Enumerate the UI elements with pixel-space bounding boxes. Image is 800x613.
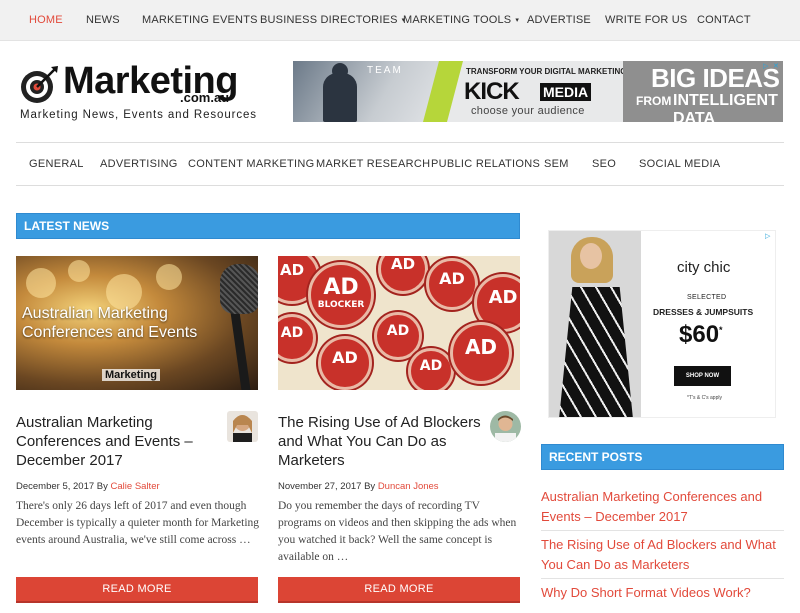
bokeh-light [68, 260, 90, 282]
ad-blocker-stamp: AD [378, 256, 428, 294]
author-avatar [227, 411, 258, 442]
nav-marketing-tools[interactable]: MARKETING TOOLS ▾ [403, 0, 519, 41]
latest-news-heading: LATEST NEWS [16, 213, 520, 239]
site-tagline: Marketing News, Events and Resources [20, 109, 257, 121]
author-avatar [490, 411, 521, 442]
nav-write-for-us-label: WRITE FOR US [605, 14, 688, 26]
banner-media-logo: MEDIA [540, 83, 592, 101]
image-overlay-title: Australian Marketing Conferences and Eve… [22, 305, 198, 341]
ad-blocker-stamp: AD BLOCKER [308, 262, 374, 328]
shop-now-button[interactable]: SHOP NOW [674, 366, 731, 386]
article-image-conferences[interactable]: Australian Marketing Conferences and Eve… [16, 256, 258, 390]
sidebar-ad[interactable]: city chic SELECTED DRESSES & JUMPSUITS $… [548, 230, 776, 418]
close-ad-icon[interactable]: ✕ [773, 63, 781, 71]
category-advertising[interactable]: ADVERTISING [100, 143, 178, 185]
category-public-relations[interactable]: PUBLIC RELATIONS [431, 143, 540, 185]
banner-transform-text: TRANSFORM YOUR DIGITAL MARKETING @ [466, 67, 637, 76]
chevron-down-icon: ▾ [515, 17, 520, 24]
recent-post-link[interactable]: Australian Marketing Conferences and Eve… [541, 487, 784, 527]
category-content-marketing[interactable]: CONTENT MARKETING [188, 143, 315, 185]
ad-blocker-stamp: AD [318, 336, 372, 390]
image-overlay-brand: Marketing [102, 369, 160, 381]
nav-write-for-us[interactable]: WRITE FOR US [605, 0, 687, 41]
banner-big-ideas: BIG IDEAS [651, 63, 780, 93]
nav-marketing-events[interactable]: MARKETING EVENTS [142, 0, 258, 41]
author-link[interactable]: Calie Salter [111, 481, 160, 492]
divider [541, 530, 784, 531]
ad-selected-text: SELECTED [687, 294, 727, 301]
model-dress [559, 287, 633, 417]
ad-model-photo [549, 231, 641, 417]
model-face [580, 243, 602, 269]
ad-product-text: DRESSES & JUMPSUITS [653, 307, 754, 317]
article-title-conferences[interactable]: Australian Marketing Conferences and Eve… [16, 413, 224, 470]
nav-contact-label: CONTACT [697, 14, 751, 26]
read-more-button[interactable]: READ MORE [278, 577, 520, 603]
category-social-media[interactable]: SOCIAL MEDIA [639, 143, 720, 185]
banner-ad[interactable]: TEAM TRANSFORM YOUR DIGITAL MARKETING @ … [293, 61, 783, 122]
nav-contact[interactable]: CONTACT [697, 0, 751, 41]
article-excerpt: There's only 26 days left of 2017 and ev… [16, 500, 260, 546]
category-market-research[interactable]: MARKET RESEARCH [316, 143, 430, 185]
ad-terms: *T's & C's apply [687, 395, 722, 401]
ad-blocker-stamp: AD [450, 322, 512, 384]
ad-choices-icon[interactable]: ▷ [763, 63, 771, 71]
target-arrow-icon [21, 66, 58, 103]
nav-home[interactable]: HOME [29, 0, 63, 41]
top-navigation: HOME NEWS MARKETING EVENTS BUSINESS DIRE… [0, 0, 800, 41]
category-general[interactable]: GENERAL [29, 143, 84, 185]
recent-post-link[interactable]: Why Do Short Format Videos Work? [541, 583, 784, 603]
article-title-ad-blockers[interactable]: The Rising Use of Ad Blockers and What Y… [278, 413, 483, 470]
nav-marketing-events-label: MARKETING EVENTS [142, 14, 258, 26]
category-sem[interactable]: SEM [544, 143, 569, 185]
ad-blocker-stamp: AD [426, 258, 478, 310]
nav-business-directories-label: BUSINESS DIRECTORIES [260, 14, 398, 26]
divider [541, 578, 784, 579]
nav-business-directories[interactable]: BUSINESS DIRECTORIES ▾ [260, 0, 405, 41]
nav-home-label: HOME [29, 14, 63, 26]
nav-news-label: NEWS [86, 14, 120, 26]
article-image-ad-blockers[interactable]: AD AD BLOCKER AD AD AD AD AD AD AD AD [278, 256, 520, 390]
ad-blocker-stamp: AD [408, 348, 454, 390]
category-navigation: GENERAL ADVERTISING CONTENT MARKETING MA… [16, 142, 784, 186]
article-excerpt: Do you remember the days of recording TV… [278, 500, 517, 563]
nav-marketing-tools-label: MARKETING TOOLS [403, 14, 512, 26]
banner-team-text: TEAM [367, 65, 403, 76]
site-logo[interactable]: Marketing .com.au Marketing News, Events… [17, 60, 262, 126]
banner-person [323, 73, 357, 122]
author-link[interactable]: Duncan Jones [378, 481, 439, 492]
article-date: November 27, 2017 By [278, 481, 376, 492]
article-date: December 5, 2017 By [16, 481, 108, 492]
banner-choose-text: choose your audience [471, 105, 585, 117]
ad-price-asterisk: * [719, 325, 723, 335]
ad-price: $60* [679, 321, 723, 349]
nav-news[interactable]: NEWS [86, 0, 120, 41]
bokeh-light [26, 268, 56, 298]
ad-price-value: $60 [679, 321, 720, 348]
banner-intelligent-data: INTELLIGENT DATA [673, 92, 778, 122]
read-more-button[interactable]: READ MORE [16, 577, 258, 603]
recent-posts-heading: RECENT POSTS [541, 444, 784, 470]
recent-post-link[interactable]: The Rising Use of Ad Blockers and What Y… [541, 535, 784, 575]
article-meta: November 27, 2017 By Duncan Jones [278, 481, 439, 492]
ad-choices-icon[interactable]: ▷ [765, 233, 773, 241]
ad-blocker-stamp: AD [278, 314, 316, 362]
article-meta: December 5, 2017 By Calie Salter [16, 481, 160, 492]
banner-from: FROM [636, 94, 672, 108]
logo-domain: .com.au [180, 90, 230, 105]
bokeh-light [156, 264, 182, 290]
nav-advertise-label: ADVERTISE [527, 14, 591, 26]
nav-advertise[interactable]: ADVERTISE [527, 0, 591, 41]
category-seo[interactable]: SEO [592, 143, 616, 185]
ad-brand-name: city chic [677, 259, 731, 276]
banner-kick-logo: KICK [464, 78, 520, 105]
